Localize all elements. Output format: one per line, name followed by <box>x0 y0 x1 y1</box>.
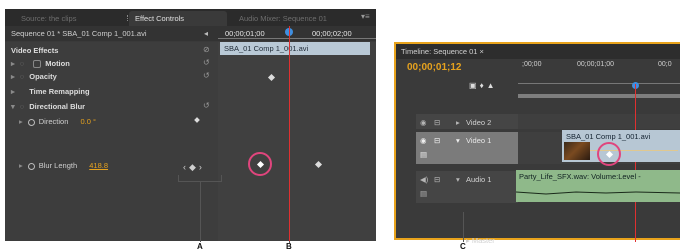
work-area-bar[interactable] <box>518 94 680 98</box>
direction-value[interactable]: 0.0 ° <box>80 117 96 126</box>
sequence-clip-label[interactable]: Sequence 01 * SBA_01 Comp 1_001.avi <box>11 29 147 38</box>
display-style-icon[interactable]: ▤ <box>420 150 427 159</box>
effect-row-time-remapping[interactable]: ▸◌Time Remapping <box>11 85 90 98</box>
next-keyframe-icon[interactable]: › <box>199 162 205 172</box>
timeline-tab-bar: Timeline: Sequence 01 × <box>396 44 680 59</box>
property-row-direction[interactable]: ▸ Direction 0.0 ° <box>19 115 96 128</box>
motion-icon <box>33 60 42 69</box>
lock-icon[interactable]: ⊟ <box>434 118 440 127</box>
reset-icon[interactable]: ↺ <box>203 71 210 80</box>
eye-icon[interactable]: ◉ <box>420 118 427 127</box>
fx-toggle-icon[interactable]: ◌ <box>20 102 24 111</box>
tab-timeline[interactable]: Timeline: Sequence 01 × <box>401 47 484 56</box>
collapse-triangle-icon[interactable]: ▾ <box>456 136 460 145</box>
reset-icon[interactable]: ↺ <box>203 58 210 67</box>
clip-thumbnail <box>564 142 590 160</box>
track-area-video-2[interactable] <box>518 114 680 129</box>
reset-icon[interactable]: ↺ <box>203 101 210 110</box>
video-effects-menu-icon[interactable]: ⊘ <box>203 45 210 54</box>
snap-icon[interactable]: ▣ <box>469 81 480 90</box>
callout-line-c <box>463 212 464 242</box>
stopwatch-icon[interactable] <box>27 118 35 126</box>
collapse-triangle-icon[interactable]: ▾ <box>456 175 460 184</box>
callout-line-a <box>200 182 201 242</box>
expand-triangle-icon[interactable]: ▸ <box>11 59 15 68</box>
audio-clip[interactable]: Party_Life_SFX.wav: Volume:Level - <box>516 170 680 202</box>
expand-triangle-icon[interactable]: ▸ <box>456 118 460 127</box>
track-header-video-1[interactable]: ◉ ⊟ ▾ Video 1 ▤ <box>416 132 518 164</box>
expand-triangle-icon[interactable]: ▸ <box>466 236 470 245</box>
collapse-triangle-icon[interactable]: ▾ <box>11 102 15 111</box>
volume-rubber-band[interactable] <box>516 180 680 202</box>
ruler-timecode-start: 00;00;01;00 <box>225 29 265 38</box>
panel-tab-bar: Source: the clips Effect Controls Audio … <box>5 9 376 26</box>
set-encore-marker-icon[interactable]: ▲ <box>487 81 498 90</box>
callout-label-a: A <box>197 242 203 250</box>
ruler-label: 00;00;01;00 <box>577 61 614 68</box>
lock-icon[interactable]: ⊟ <box>434 175 440 184</box>
close-icon[interactable]: × <box>480 47 484 56</box>
clip-name-bar: SBA_01 Comp 1_001.avi <box>220 42 370 55</box>
show-hide-timeline-icon[interactable]: ◂ <box>204 29 208 38</box>
expand-triangle-icon[interactable]: ▸ <box>19 117 23 126</box>
effect-row-opacity[interactable]: ▸ ◌ Opacity <box>11 70 57 83</box>
marker-icon[interactable]: ♦ <box>480 81 487 90</box>
track-header-audio-1[interactable]: ◀) ⊟ ▾ Audio 1 ▤ <box>416 171 518 203</box>
add-keyframe-icon[interactable]: ◆ <box>189 162 199 172</box>
video-clip[interactable]: SBA_01 Comp 1_001.avi <box>562 130 680 162</box>
keyframe-navigator: ‹◆› <box>183 162 205 173</box>
ruler-label: ;00;00 <box>522 61 542 68</box>
ruler-label: 00;0 <box>658 61 672 68</box>
ruler-timecode-end: 00;00;02;00 <box>312 29 352 38</box>
expand-triangle-icon[interactable]: ▸ <box>11 87 15 96</box>
track-header-video-2[interactable]: ◉ ⊟ ▸ Video 2 <box>416 114 518 129</box>
timeline-tool-icons: ▣♦▲ <box>469 81 498 90</box>
tab-source[interactable]: Source: the clips <box>15 11 115 26</box>
eye-icon[interactable]: ◉ <box>420 136 427 145</box>
playhead-line[interactable] <box>289 26 290 241</box>
expand-triangle-icon[interactable]: ▸ <box>11 72 15 81</box>
timeline-playhead-line[interactable] <box>635 84 636 242</box>
lock-icon[interactable]: ⊟ <box>434 136 440 145</box>
callout-bracket <box>221 175 222 181</box>
speaker-icon[interactable]: ◀) <box>420 175 428 184</box>
expand-triangle-icon[interactable]: ▸ <box>19 161 23 170</box>
fx-toggle-icon[interactable]: ◌ <box>20 72 24 81</box>
tab-audio-mixer[interactable]: Audio Mixer: Sequence 01 <box>233 11 353 26</box>
stopwatch-icon[interactable] <box>27 162 35 170</box>
fx-toggle-icon[interactable]: ◌ <box>20 59 24 68</box>
effect-controls-panel: Source: the clips Effect Controls Audio … <box>5 9 376 241</box>
effect-row-directional-blur[interactable]: ▾ ◌ Directional Blur <box>11 100 85 113</box>
blur-length-value[interactable]: 418.8 <box>89 161 108 170</box>
track-label-master: ▸ Master <box>466 236 495 245</box>
callout-label-b: B <box>286 242 292 250</box>
panel-menu-icon[interactable]: ▾≡ <box>361 12 370 21</box>
keyframe-area[interactable] <box>218 42 376 241</box>
callout-label-c: C <box>460 242 466 250</box>
current-timecode[interactable]: 00;00;01;12 <box>407 62 461 73</box>
display-style-icon[interactable]: ▤ <box>420 189 427 198</box>
tab-effect-controls[interactable]: Effect Controls <box>129 11 227 26</box>
property-row-blur-length[interactable]: ▸ Blur Length 418.8 <box>19 159 108 172</box>
video-effects-heading: Video Effects <box>11 46 59 55</box>
effect-row-motion[interactable]: ▸ ◌ Motion <box>11 57 70 70</box>
